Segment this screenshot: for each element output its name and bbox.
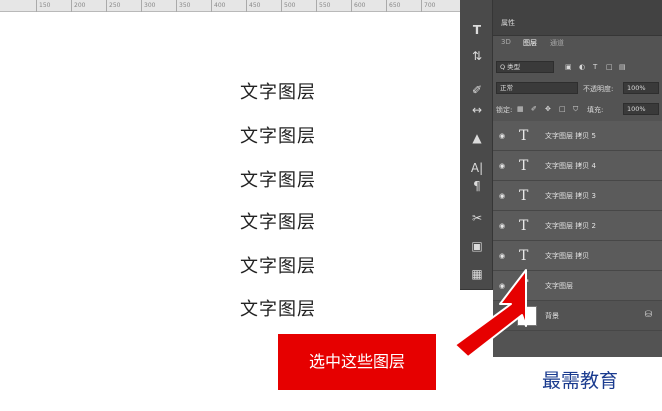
ruler-tick: 300 — [141, 0, 155, 12]
lock-pixels-icon[interactable]: ▦ — [517, 105, 524, 113]
brush-tool-icon[interactable]: ✐ — [466, 80, 488, 100]
stamp-tool-icon[interactable]: ▲ — [466, 128, 488, 148]
gradient-tool-icon[interactable]: ↔ — [466, 100, 488, 120]
paragraph-tool-icon[interactable]: ¶ — [466, 176, 488, 196]
layer-name[interactable]: 文字图层 拷贝 4 — [545, 161, 596, 171]
ruler-tick: 350 — [176, 0, 190, 12]
callout-label: 选中这些图层 — [278, 334, 436, 390]
type-tool-icon[interactable]: T — [466, 20, 488, 40]
lock-icon: ⛁ — [644, 310, 652, 320]
fill-field[interactable]: 100% — [623, 103, 659, 115]
lock-fill-row: 锁定: ▦ ✐ ✥ □ ⛉ 填充: 100% — [493, 100, 662, 119]
tab-layers[interactable]: 图层 — [523, 38, 537, 48]
layer-row[interactable]: ◉ T 文字图层 拷贝 2 — [493, 211, 662, 241]
visibility-eye-icon[interactable]: ◉ — [499, 312, 505, 320]
filter-text-icon[interactable]: T — [593, 63, 597, 71]
lock-paint-icon[interactable]: ✐ — [531, 105, 537, 113]
canvas-text-layer[interactable]: 文字图层 — [240, 295, 316, 321]
ruler-tick: 500 — [281, 0, 295, 12]
adjust-tool-icon[interactable]: ⇅ — [466, 46, 488, 66]
layer-name[interactable]: 背景 — [545, 311, 559, 321]
layer-filter-row: Q 类型 ▣ ◐ T □ ▤ — [493, 58, 662, 77]
layer-row[interactable]: ◉ T 文字图层 拷贝 3 — [493, 181, 662, 211]
text-layer-thumbnail-icon: T — [519, 158, 529, 174]
watermark-text: 最需教育 — [542, 370, 619, 392]
history-tool-icon[interactable]: ▦ — [466, 264, 488, 284]
blend-opacity-row: 正常 不透明度: 100% — [493, 79, 662, 98]
canvas-text-layer[interactable]: 文字图层 — [240, 252, 316, 278]
background-layer-row[interactable]: ◉ 背景 ⛁ — [493, 301, 662, 331]
canvas-text-layer[interactable]: 文字图层 — [240, 208, 316, 234]
lock-artboard-icon[interactable]: □ — [559, 105, 566, 113]
text-layer-thumbnail-icon: T — [519, 218, 529, 234]
scissors-icon[interactable]: ✂ — [466, 208, 488, 228]
layer-name[interactable]: 文字图层 拷贝 5 — [545, 131, 596, 141]
opacity-field[interactable]: 100% — [623, 82, 659, 94]
visibility-eye-icon[interactable]: ◉ — [499, 162, 505, 170]
ruler-tick: 700 — [421, 0, 435, 12]
canvas-text-layer[interactable]: 文字图层 — [240, 166, 316, 192]
visibility-eye-icon[interactable]: ◉ — [499, 192, 505, 200]
ruler-tick: 400 — [211, 0, 225, 12]
visibility-eye-icon[interactable]: ◉ — [499, 282, 505, 290]
layer-row[interactable]: ◉ T 文字图层 拷贝 4 — [493, 151, 662, 181]
text-tool-icon[interactable]: A| — [466, 158, 488, 178]
layer-name[interactable]: 文字图层 — [545, 281, 573, 291]
filter-smart-icon[interactable]: ▤ — [619, 63, 626, 71]
text-layer-thumbnail-icon: T — [519, 278, 529, 294]
layers-panel: 属性 3D 图层 通道 Q 类型 ▣ ◐ T □ ▤ 正常 不透明度: 100%… — [493, 0, 662, 357]
text-layer-thumbnail-icon: T — [519, 248, 529, 264]
text-layer-thumbnail-icon: T — [519, 128, 529, 144]
3d-tool-icon[interactable]: ▣ — [466, 236, 488, 256]
canvas-text-layer[interactable]: 文字图层 — [240, 122, 316, 148]
lock-move-icon[interactable]: ✥ — [545, 105, 551, 113]
lock-all-icon[interactable]: ⛉ — [573, 105, 578, 114]
visibility-eye-icon[interactable]: ◉ — [499, 252, 505, 260]
filter-shape-icon[interactable]: □ — [606, 63, 613, 71]
panel-tab-bar: 属性 3D 图层 通道 — [493, 0, 662, 47]
filter-type-select[interactable]: Q 类型 — [496, 61, 554, 73]
ruler-tick: 250 — [106, 0, 120, 12]
ruler-tick: 650 — [386, 0, 400, 12]
tab-3d[interactable]: 3D — [501, 38, 511, 46]
ruler-tick: 600 — [351, 0, 365, 12]
visibility-eye-icon[interactable]: ◉ — [499, 222, 505, 230]
blend-mode-select[interactable]: 正常 — [496, 82, 578, 94]
visibility-eye-icon[interactable]: ◉ — [499, 132, 505, 140]
layer-name[interactable]: 文字图层 拷贝 3 — [545, 191, 596, 201]
ruler-tick: 150 — [36, 0, 50, 12]
horizontal-ruler: 150 200 250 300 350 400 450 500 550 600 … — [0, 0, 460, 12]
ruler-tick: 200 — [71, 0, 85, 12]
background-thumbnail — [517, 306, 537, 326]
text-layer-thumbnail-icon: T — [519, 188, 529, 204]
canvas-text-layer[interactable]: 文字图层 — [240, 78, 316, 104]
filter-adjust-icon[interactable]: ◐ — [579, 63, 585, 71]
tool-strip: T ⇅ ✐ ↔ ▲ A| ¶ ✂ ▣ ▦ — [460, 0, 493, 290]
opacity-label: 不透明度: — [583, 85, 614, 93]
ruler-tick: 550 — [316, 0, 330, 12]
ruler-tick: 450 — [246, 0, 260, 12]
layer-name[interactable]: 文字图层 拷贝 2 — [545, 221, 596, 231]
fill-label: 填充: — [587, 106, 604, 114]
layer-row[interactable]: ◉ T 文字图层 拷贝 5 — [493, 121, 662, 151]
layer-name[interactable]: 文字图层 拷贝 — [545, 251, 589, 261]
tab-channels[interactable]: 通道 — [550, 38, 564, 48]
layer-row[interactable]: ◉ T 文字图层 拷贝 — [493, 241, 662, 271]
tab-properties[interactable]: 属性 — [501, 18, 515, 28]
layer-row[interactable]: ◉ T 文字图层 — [493, 271, 662, 301]
filter-image-icon[interactable]: ▣ — [565, 63, 572, 71]
lock-label: 锁定: — [496, 106, 513, 114]
